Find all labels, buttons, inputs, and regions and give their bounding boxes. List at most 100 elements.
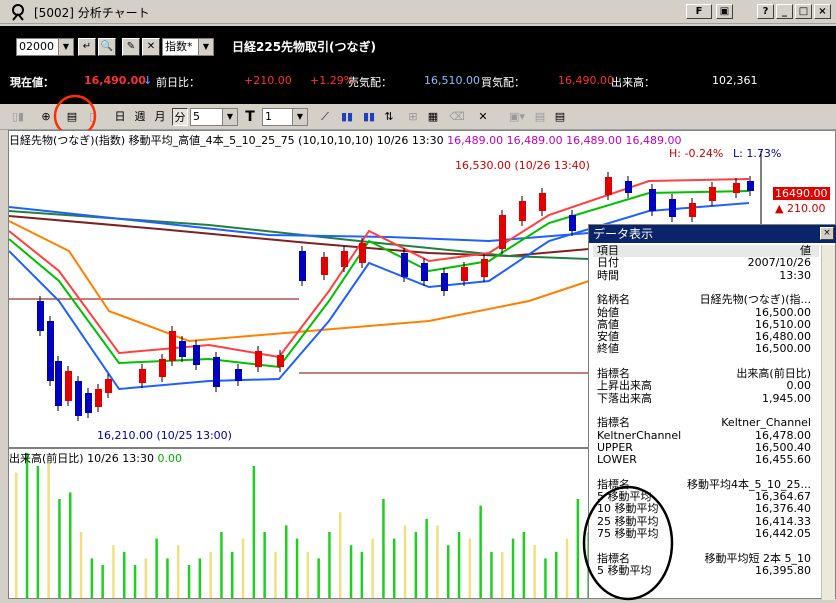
candle-body [669,199,676,217]
count-value: 1 [265,110,272,123]
candle-body [359,243,366,263]
f-button[interactable]: F [686,4,712,19]
data-window-scrollbar[interactable] [821,245,835,600]
candle-body [65,371,72,401]
candle-body [299,251,306,281]
volume-bar [468,538,472,598]
data-value: 16,414.33 [755,514,811,528]
indicator-value: 指数* [165,40,193,53]
volume-bar [58,499,61,598]
volume-bar [123,551,126,598]
data-value: 16,500.00 [755,342,811,356]
eraser-icon[interactable]: ⌫ [448,108,466,126]
delete-icon[interactable]: ✕ [474,108,492,126]
period-day[interactable]: 日 [112,108,128,126]
data-key: 始値 [597,305,619,319]
volume-bar [155,538,158,598]
data-value: 16,500.40 [755,440,811,454]
data-value: 16,510.00 [755,317,811,331]
change-value: +210.00 [244,74,292,87]
volume-bar [403,525,407,598]
data-row: 始値 16,500.00 [593,305,819,319]
candle-body [277,355,284,367]
data-row [593,466,819,478]
enter-icon[interactable]: ↵ [78,38,96,56]
data-key: 終値 [597,342,619,356]
change-label: 前日比： [156,76,200,89]
data-key: KeltnerChannel [597,428,682,442]
minimize-button[interactable]: _ [776,4,793,19]
volume-bar [209,551,212,598]
volume-bar [393,538,396,598]
candle-body [569,215,576,231]
candle-body [709,187,716,201]
code-select[interactable]: 02000 ▼ [16,38,74,56]
draw-line-icon[interactable]: ⟋ [316,108,334,126]
export-icon[interactable]: ▤ [552,108,568,126]
candle-body [747,181,754,191]
volume-bar [544,558,547,598]
data-key: 指標名 [597,416,630,430]
volume-bar [501,551,504,598]
volume-bar [349,545,353,598]
volume-bar [457,532,461,598]
candle-body [159,359,166,377]
data-key: 高値 [597,317,619,331]
volume-bar [112,545,115,598]
candle-body [37,301,44,331]
last-change-tag: ▲ 210.00 [775,202,826,215]
bar-chart-icon[interactable]: ▮▮ [338,108,356,126]
period-minute[interactable]: 分 [172,108,188,126]
title-bar: [5002] 分析チャート F ▣ ? _ □ × [0,0,836,24]
volume-bar [371,538,374,598]
close-button[interactable]: × [814,4,831,19]
candle-body [401,253,408,277]
period-week[interactable]: 週 [132,108,148,126]
volume-legend: 出来高(前日比) 10/26 13:30 0.00 [9,450,182,466]
candle-body [733,183,740,193]
period-month[interactable]: 月 [152,108,168,126]
maximize-button[interactable]: □ [795,4,812,19]
candle-body [169,331,176,361]
updown-icon[interactable]: ⇅ [380,108,398,126]
candle-body [321,257,328,275]
candle-body [47,321,54,381]
data-value: Keltner_Channel [721,416,811,430]
count-select[interactable]: 1 ▼ [262,108,308,126]
data-window-close-button[interactable]: × [820,227,834,240]
print-icon[interactable]: ▤ [532,108,548,126]
copy-window-button[interactable]: ▣ [716,4,733,19]
low-pct: L: 1.73% [733,147,782,160]
chevron-down-icon: ▼ [222,109,237,125]
candle-body [481,259,488,277]
data-row: 項目 値 [593,245,819,257]
grid-icon[interactable]: ⊞ [404,108,422,126]
chevron-down-icon: ▼ [58,39,73,55]
candle-body [55,361,62,406]
interval-select[interactable]: 5 ▼ [190,108,238,126]
data-key: 上昇出来高 [597,379,652,393]
bar-chart-2-icon[interactable]: ▮▮ [360,108,378,126]
candle-body [539,193,546,211]
highlight-ellipse [582,485,674,601]
window-icon[interactable]: ▦ [424,108,442,126]
save-icon[interactable]: ▣▾ [504,108,530,126]
volume-legend-text: 出来高(前日比) 10/26 13:30 [9,452,158,465]
data-window: データ表示 × 項目 値日付 2007/10/26 時間 13:30 銘柄名 日経先物(つなぎ… [582,224,836,601]
volume-bar [328,532,331,598]
data-key: 時間 [597,268,619,282]
chevron-down-icon: ▼ [198,39,213,55]
indicator-select[interactable]: 指数* ▼ [162,38,214,56]
volume-bar [25,452,29,598]
help-button[interactable]: ? [757,4,774,19]
candle-body [625,181,632,193]
volume-bar [425,518,428,598]
search-icon[interactable]: 🔍 [98,38,116,56]
candle-icon[interactable]: ▯▮ [10,108,26,126]
text-tool-icon[interactable]: T [242,108,258,126]
data-value: 16,478.00 [755,428,811,442]
clear-icon[interactable]: ✕ [142,38,160,56]
edit-icon[interactable]: ✎ [122,38,140,56]
data-key: LOWER [597,453,637,467]
volume-bar [133,565,137,598]
